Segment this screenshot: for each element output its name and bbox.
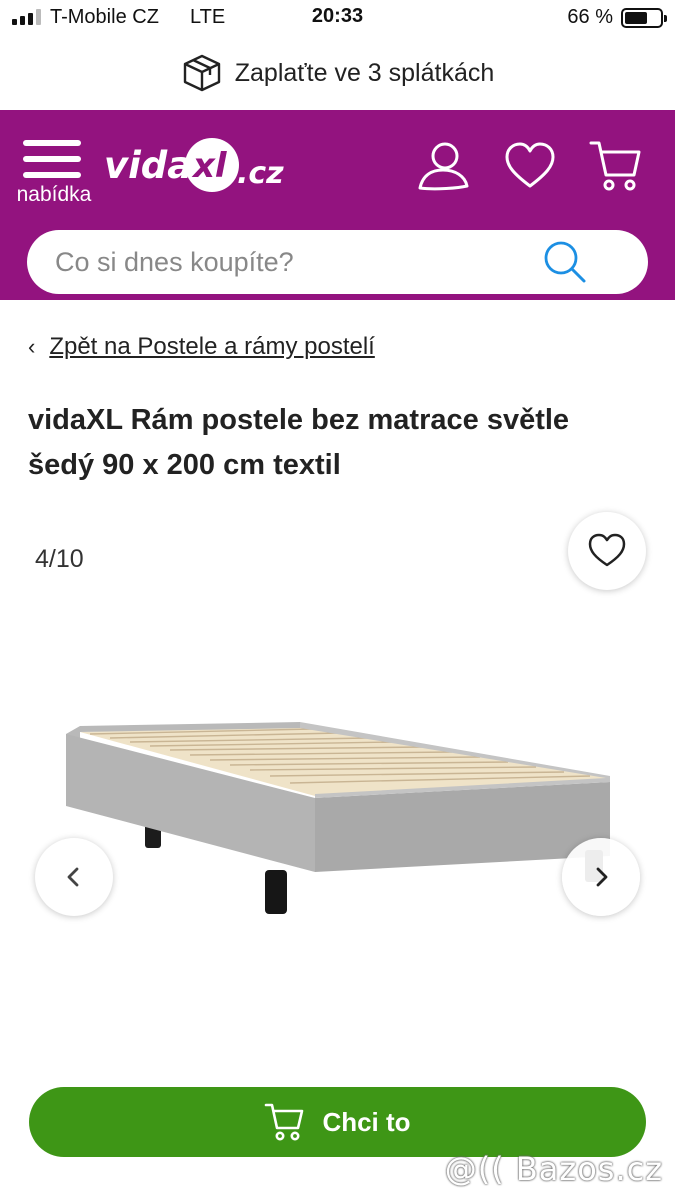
- add-to-wishlist-button[interactable]: [568, 512, 646, 590]
- hamburger-icon: [23, 140, 81, 178]
- buy-button-label: Chci to: [322, 1106, 411, 1137]
- svg-text:vida: vida: [104, 144, 192, 187]
- cart-icon[interactable]: [588, 138, 644, 194]
- chevron-left-icon: [67, 867, 79, 887]
- heart-icon[interactable]: [502, 138, 558, 194]
- breadcrumb: ‹ Zpět na Postele a rámy postelí: [28, 333, 375, 361]
- heart-icon: [588, 533, 626, 567]
- chevron-right-icon: [596, 867, 608, 887]
- battery-percent: 66 %: [567, 6, 613, 28]
- product-image: [66, 722, 610, 914]
- search-input[interactable]: [55, 230, 525, 294]
- buy-button[interactable]: Chci to: [29, 1087, 646, 1157]
- installment-banner[interactable]: Zaplaťte ve 3 splátkách: [0, 36, 675, 110]
- menu-button[interactable]: nabídka: [8, 136, 100, 216]
- back-to-category-link[interactable]: Zpět na Postele a rámy postelí: [49, 333, 375, 361]
- chevron-left-icon: ‹: [28, 334, 36, 359]
- battery-icon: [621, 8, 667, 28]
- product-title: vidaXL Rám postele bez matrace světle še…: [28, 404, 570, 481]
- vidaxl-logo[interactable]: vida xl .cz: [104, 132, 289, 198]
- cart-icon: [265, 1103, 304, 1141]
- svg-text:xl: xl: [191, 146, 228, 186]
- image-counter: 4/10: [35, 545, 84, 573]
- account-icon[interactable]: [415, 138, 471, 194]
- svg-text:.cz: .cz: [237, 156, 284, 191]
- bazos-watermark: @(( Bazos.cz: [444, 1150, 663, 1188]
- search-bar: [27, 230, 648, 294]
- menu-label: nabídka: [16, 183, 92, 206]
- site-header: nabídka vida xl .cz: [0, 110, 675, 300]
- search-icon[interactable]: [542, 240, 588, 284]
- previous-image-button[interactable]: [35, 838, 113, 916]
- status-bar: T-Mobile CZ LTE 20:33 66 %: [0, 0, 675, 36]
- package-icon: [183, 54, 220, 92]
- banner-text: Zaplaťte ve 3 splátkách: [234, 58, 495, 87]
- next-image-button[interactable]: [562, 838, 640, 916]
